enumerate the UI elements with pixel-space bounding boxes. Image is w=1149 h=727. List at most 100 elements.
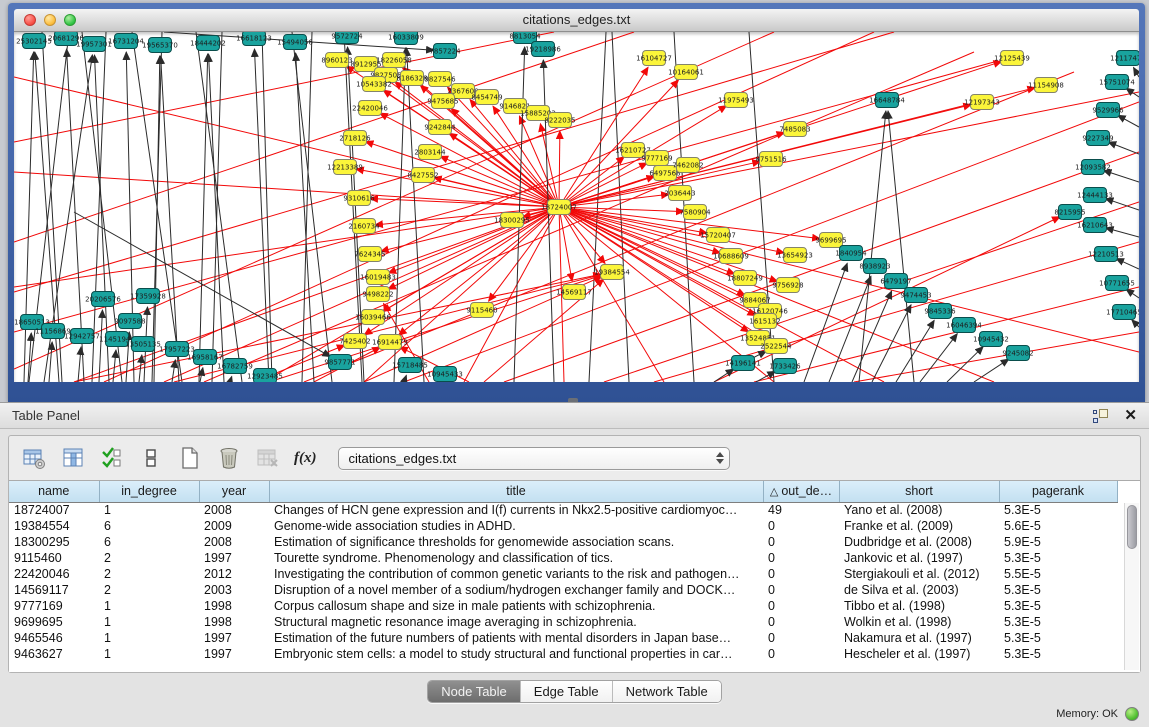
graph-edge[interactable] bbox=[375, 207, 559, 225]
table-row[interactable]: 946554611997Estimation of the future num… bbox=[9, 630, 1117, 646]
graph-edge[interactable] bbox=[269, 275, 602, 382]
table-row[interactable]: 946362711997Embryonic stem cells: a mode… bbox=[9, 646, 1117, 662]
window-titlebar[interactable]: citations_edges.txt bbox=[14, 9, 1139, 32]
graph-edge[interactable] bbox=[1105, 199, 1139, 210]
graph-edge[interactable] bbox=[714, 369, 734, 382]
tab-edge-table[interactable]: Edge Table bbox=[521, 681, 613, 702]
zoom-button[interactable] bbox=[64, 14, 76, 26]
graph-edge[interactable] bbox=[612, 32, 629, 382]
table-row[interactable]: 969969511998Structural magnetic resonanc… bbox=[9, 614, 1117, 630]
graph-edge[interactable] bbox=[1126, 289, 1139, 298]
graph-edge[interactable] bbox=[230, 376, 232, 382]
graph-edge[interactable] bbox=[24, 52, 34, 382]
scrollbar-thumb[interactable] bbox=[1127, 505, 1137, 549]
table-cell: 2008 bbox=[199, 502, 269, 518]
row-height-icon[interactable] bbox=[138, 445, 164, 471]
graph-edge[interactable] bbox=[99, 310, 102, 382]
table-row[interactable]: 1456911722003Disruption of a novel membe… bbox=[9, 582, 1117, 598]
column-header-name[interactable]: name bbox=[9, 481, 99, 502]
table-row[interactable]: 1872400712008Changes of HCN gene express… bbox=[9, 502, 1117, 518]
graph-edge[interactable] bbox=[1132, 320, 1139, 327]
close-panel-icon[interactable]: ✕ bbox=[1124, 409, 1137, 423]
table-cell: 5.6E-5 bbox=[999, 518, 1117, 534]
graph-edge[interactable] bbox=[292, 32, 332, 382]
close-button[interactable] bbox=[24, 14, 36, 26]
vertical-scrollbar[interactable] bbox=[1124, 503, 1139, 670]
table-settings-icon[interactable] bbox=[21, 445, 47, 471]
table-cell: 49 bbox=[763, 502, 839, 518]
column-header-in_degree[interactable]: in_degree bbox=[99, 481, 199, 502]
graph-edge[interactable] bbox=[14, 172, 559, 207]
graph-edge[interactable] bbox=[852, 291, 892, 382]
graph-edge[interactable] bbox=[407, 48, 424, 382]
graph-edge[interactable] bbox=[302, 32, 312, 382]
graph-edge[interactable] bbox=[161, 56, 179, 382]
graph-node-label: 9115460 bbox=[466, 307, 497, 315]
graph-node-label: 9777169 bbox=[641, 155, 672, 163]
graph-node-label: 10945432 bbox=[973, 336, 1009, 344]
table-cell: Dudbridge et al. (2008) bbox=[839, 534, 999, 550]
delete-table-icon[interactable] bbox=[255, 445, 281, 471]
graph-edge[interactable] bbox=[1116, 259, 1139, 269]
graph-edge[interactable] bbox=[296, 53, 314, 382]
column-header-pagerank[interactable]: pagerank bbox=[999, 481, 1117, 502]
graph-edge[interactable] bbox=[589, 32, 606, 382]
graph-edge[interactable] bbox=[172, 360, 175, 382]
graph-edge[interactable] bbox=[14, 207, 559, 287]
graph-edge[interactable] bbox=[464, 207, 559, 382]
graph-edge[interactable] bbox=[382, 207, 559, 311]
minimize-button[interactable] bbox=[44, 14, 56, 26]
table-cell: 0 bbox=[763, 646, 839, 662]
graph-edge[interactable] bbox=[559, 131, 560, 207]
graph-node-label: 7462082 bbox=[672, 162, 703, 170]
column-header-year[interactable]: year bbox=[199, 481, 269, 502]
table-row[interactable]: 911546021997Tourette syndrome. Phenomeno… bbox=[9, 550, 1117, 566]
graph-edge[interactable] bbox=[1103, 170, 1139, 182]
graph-node-label: 11975493 bbox=[718, 97, 754, 105]
table-row[interactable]: 977716911998Corpus callosum shape and si… bbox=[9, 598, 1117, 614]
graph-node-label: 15494056 bbox=[277, 39, 313, 47]
graph-node-label: 8222035 bbox=[544, 117, 575, 125]
graph-node-label: 2522544 bbox=[760, 343, 792, 351]
graph-edge[interactable] bbox=[754, 287, 1139, 382]
column-header-short[interactable]: short bbox=[839, 481, 999, 502]
column-edit-icon[interactable] bbox=[60, 445, 86, 471]
float-panel-icon[interactable] bbox=[1093, 409, 1108, 423]
select-columns-icon[interactable] bbox=[99, 445, 125, 471]
graph-edge[interactable] bbox=[896, 320, 934, 382]
table-cell: 2008 bbox=[199, 534, 269, 550]
graph-edge[interactable] bbox=[859, 111, 886, 382]
graph-node-label: 8960123 bbox=[321, 57, 352, 65]
graph-edge[interactable] bbox=[1118, 115, 1139, 127]
graph-edge[interactable] bbox=[872, 305, 911, 382]
network-view-window[interactable]: citations_edges.txt 18724007896012389129… bbox=[8, 3, 1145, 402]
graph-edge[interactable] bbox=[1134, 68, 1139, 77]
delete-rows-icon[interactable] bbox=[216, 445, 242, 471]
graph-edge[interactable] bbox=[974, 359, 1009, 382]
new-table-icon[interactable] bbox=[177, 445, 203, 471]
graph-node-label: 18724007 bbox=[541, 204, 577, 212]
function-builder-icon[interactable]: f(x) bbox=[294, 450, 317, 467]
memory-status-indicator[interactable] bbox=[1125, 707, 1139, 721]
graph-node-label: 9310616 bbox=[343, 195, 375, 203]
tab-network-table[interactable]: Network Table bbox=[613, 681, 721, 702]
graph-node-label: 9498222 bbox=[362, 291, 393, 299]
graph-node-label: 9475685 bbox=[427, 98, 458, 106]
graph-edge[interactable] bbox=[920, 334, 957, 382]
table-row[interactable]: 2242004622012Investigating the contribut… bbox=[9, 566, 1117, 582]
graph-node-label: 16033809 bbox=[388, 34, 424, 42]
graph-edge[interactable] bbox=[440, 156, 559, 207]
column-header-out_de[interactable]: △out_de… bbox=[763, 481, 839, 502]
column-header-title[interactable]: title bbox=[269, 481, 763, 502]
tab-node-table[interactable]: Node Table bbox=[428, 681, 521, 702]
graph-edge[interactable] bbox=[1108, 142, 1139, 154]
graph-node-label: 1615132 bbox=[749, 318, 780, 326]
graph-edge[interactable] bbox=[365, 142, 559, 207]
table-row[interactable]: 1830029562008Estimation of significance … bbox=[9, 534, 1117, 550]
network-canvas[interactable]: 1872400789601238912955182260589827505105… bbox=[14, 32, 1139, 382]
graph-node-label: 16782759 bbox=[217, 363, 253, 371]
graph-edge[interactable] bbox=[78, 347, 81, 382]
table-selector-dropdown[interactable]: citations_edges.txt bbox=[338, 447, 730, 470]
table-cell: 5.3E-5 bbox=[999, 582, 1117, 598]
table-row[interactable]: 1938455462009Genome-wide association stu… bbox=[9, 518, 1117, 534]
